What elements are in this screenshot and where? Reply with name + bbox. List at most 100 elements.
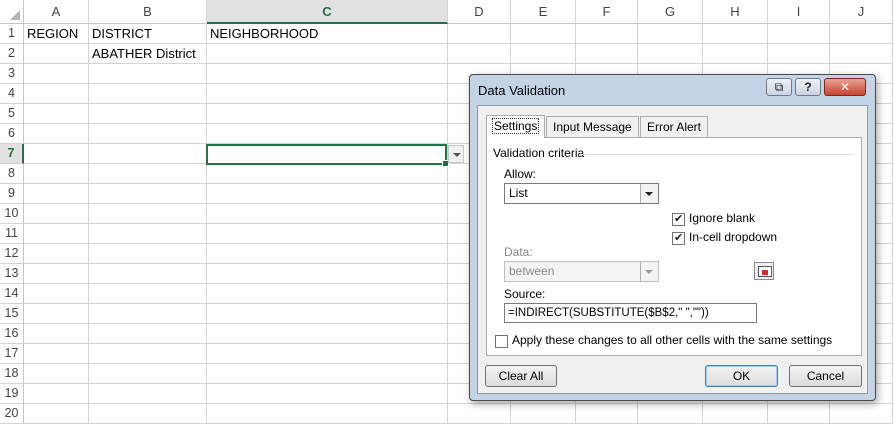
column-header-b[interactable]: B xyxy=(89,0,207,24)
row-header-8[interactable]: 8 xyxy=(0,164,24,184)
cell-c16[interactable] xyxy=(207,324,448,344)
cell-f1[interactable] xyxy=(576,24,638,44)
cell-d20[interactable] xyxy=(448,404,511,424)
column-header-j[interactable]: J xyxy=(830,0,893,24)
cell-b5[interactable] xyxy=(89,104,207,124)
row-header-11[interactable]: 11 xyxy=(0,224,24,244)
cell-a8[interactable] xyxy=(24,164,89,184)
row-header-5[interactable]: 5 xyxy=(0,104,24,124)
cell-c4[interactable] xyxy=(207,84,448,104)
close-icon[interactable]: ✕ xyxy=(824,78,866,96)
cell-h20[interactable] xyxy=(703,404,768,424)
collapse-range-icon[interactable] xyxy=(754,262,774,280)
cell-b12[interactable] xyxy=(89,244,207,264)
cell-i2[interactable] xyxy=(768,44,830,64)
cell-b6[interactable] xyxy=(89,124,207,144)
row-header-2[interactable]: 2 xyxy=(0,44,24,64)
cancel-button[interactable]: Cancel xyxy=(789,365,862,387)
cell-a14[interactable] xyxy=(24,284,89,304)
column-header-f[interactable]: F xyxy=(576,0,638,24)
column-header-a[interactable]: A xyxy=(24,0,89,24)
cell-c19[interactable] xyxy=(207,384,448,404)
row-header-13[interactable]: 13 xyxy=(0,264,24,284)
cell-b7[interactable] xyxy=(89,144,207,164)
row-header-17[interactable]: 17 xyxy=(0,344,24,364)
cell-a12[interactable] xyxy=(24,244,89,264)
cell-c15[interactable] xyxy=(207,304,448,324)
cell-j20[interactable] xyxy=(830,404,893,424)
cell-a16[interactable] xyxy=(24,324,89,344)
cell-b8[interactable] xyxy=(89,164,207,184)
cell-e20[interactable] xyxy=(511,404,576,424)
cell-d1[interactable] xyxy=(448,24,511,44)
cell-b3[interactable] xyxy=(89,64,207,84)
restore-icon[interactable]: ⧉ xyxy=(766,78,792,96)
cell-j2[interactable] xyxy=(830,44,893,64)
cell-c1[interactable]: NEIGHBORHOOD xyxy=(207,24,448,44)
row-header-12[interactable]: 12 xyxy=(0,244,24,264)
cell-a13[interactable] xyxy=(24,264,89,284)
cell-j1[interactable] xyxy=(830,24,893,44)
cell-e2[interactable] xyxy=(511,44,576,64)
cell-i20[interactable] xyxy=(768,404,830,424)
cell-g2[interactable] xyxy=(638,44,703,64)
row-header-10[interactable]: 10 xyxy=(0,204,24,224)
cell-a2[interactable] xyxy=(24,44,89,64)
clear-all-button[interactable]: Clear All xyxy=(485,365,557,387)
help-icon[interactable]: ? xyxy=(795,78,821,96)
cell-c14[interactable] xyxy=(207,284,448,304)
cell-c12[interactable] xyxy=(207,244,448,264)
cell-b20[interactable] xyxy=(89,404,207,424)
cell-b2[interactable]: ABATHER District xyxy=(89,44,207,64)
tab-input-message[interactable]: Input Message xyxy=(546,116,639,137)
cell-c17[interactable] xyxy=(207,344,448,364)
allow-select[interactable]: List xyxy=(504,183,659,204)
cell-c9[interactable] xyxy=(207,184,448,204)
cell-a17[interactable] xyxy=(24,344,89,364)
column-header-c[interactable]: C xyxy=(207,0,448,24)
cell-h1[interactable] xyxy=(703,24,768,44)
cell-a11[interactable] xyxy=(24,224,89,244)
cell-b9[interactable] xyxy=(89,184,207,204)
cell-a9[interactable] xyxy=(24,184,89,204)
row-header-16[interactable]: 16 xyxy=(0,324,24,344)
column-header-i[interactable]: I xyxy=(768,0,830,24)
cell-f2[interactable] xyxy=(576,44,638,64)
cell-b14[interactable] xyxy=(89,284,207,304)
cell-a20[interactable] xyxy=(24,404,89,424)
active-cell-selection[interactable] xyxy=(206,144,449,167)
cell-g20[interactable] xyxy=(638,404,703,424)
row-header-19[interactable]: 19 xyxy=(0,384,24,404)
row-header-20[interactable]: 20 xyxy=(0,404,24,424)
row-header-9[interactable]: 9 xyxy=(0,184,24,204)
cell-c6[interactable] xyxy=(207,124,448,144)
column-header-e[interactable]: E xyxy=(511,0,576,24)
cell-a4[interactable] xyxy=(24,84,89,104)
cell-b4[interactable] xyxy=(89,84,207,104)
cell-b18[interactable] xyxy=(89,364,207,384)
cell-a19[interactable] xyxy=(24,384,89,404)
cell-a6[interactable] xyxy=(24,124,89,144)
source-input[interactable]: =INDIRECT(SUBSTITUTE($B$2," ","")) xyxy=(504,303,757,323)
row-header-14[interactable]: 14 xyxy=(0,284,24,304)
cell-a10[interactable] xyxy=(24,204,89,224)
cell-b13[interactable] xyxy=(89,264,207,284)
cell-c11[interactable] xyxy=(207,224,448,244)
cell-f20[interactable] xyxy=(576,404,638,424)
cell-b10[interactable] xyxy=(89,204,207,224)
column-header-d[interactable]: D xyxy=(448,0,511,24)
select-all-corner[interactable] xyxy=(0,0,24,24)
cell-b19[interactable] xyxy=(89,384,207,404)
row-header-1[interactable]: 1 xyxy=(0,24,24,44)
ignore-blank-checkbox[interactable] xyxy=(672,212,685,226)
cell-d2[interactable] xyxy=(448,44,511,64)
cell-e1[interactable] xyxy=(511,24,576,44)
cell-dropdown-arrow-icon[interactable] xyxy=(448,145,464,163)
cell-b1[interactable]: DISTRICT xyxy=(89,24,207,44)
cell-a5[interactable] xyxy=(24,104,89,124)
cell-a3[interactable] xyxy=(24,64,89,84)
cell-i1[interactable] xyxy=(768,24,830,44)
column-header-h[interactable]: H xyxy=(703,0,768,24)
row-header-18[interactable]: 18 xyxy=(0,364,24,384)
cell-b17[interactable] xyxy=(89,344,207,364)
